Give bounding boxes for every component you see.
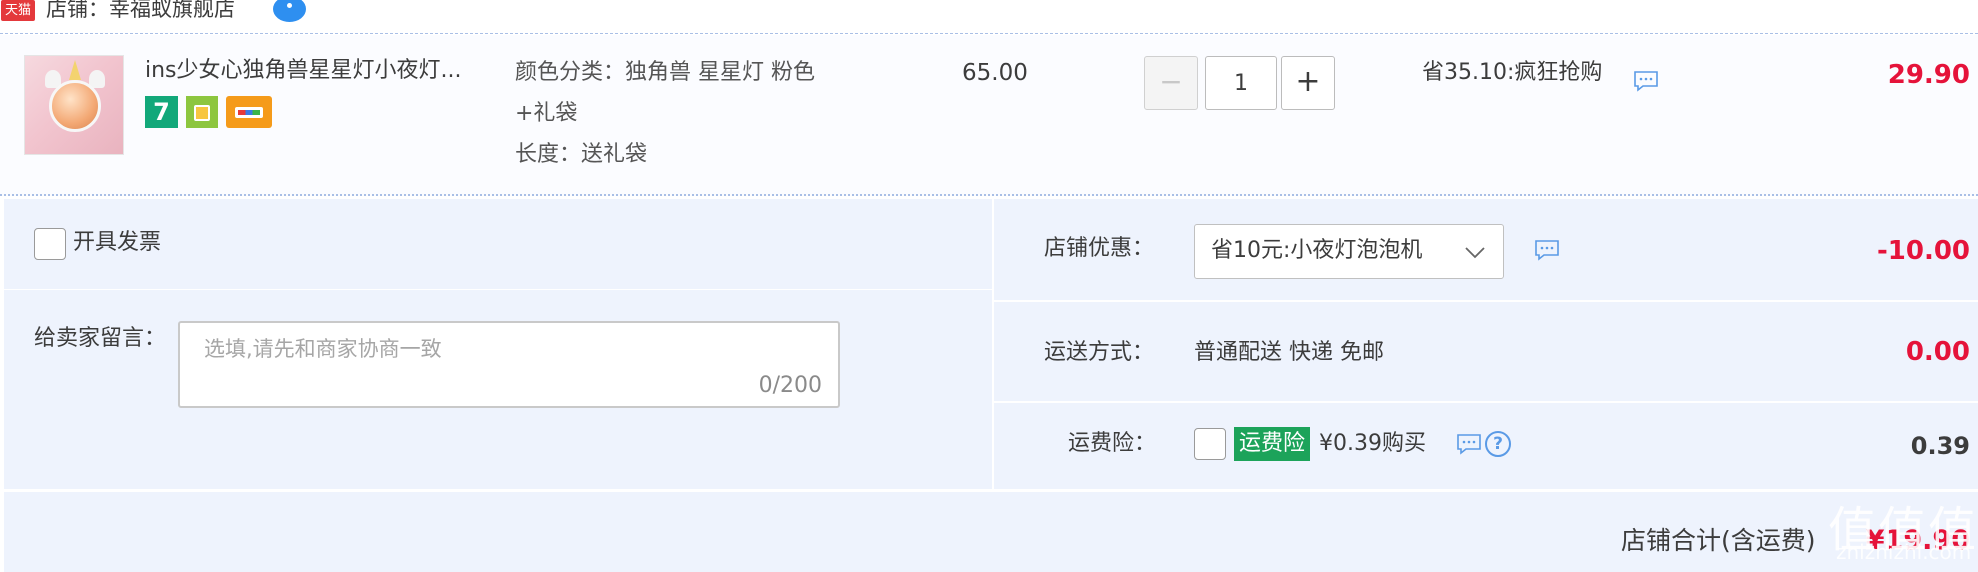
- sku-length: 长度：送礼袋: [515, 142, 648, 167]
- shop-coupon-select[interactable]: 省10元:小夜灯泡泡机: [1194, 224, 1504, 279]
- order-summary-panel: 店铺优惠： 省10元:小夜灯泡泡机 -10.00 运送方式： 普通配送 快递 免…: [994, 199, 1978, 489]
- shipping-method: 普通配送 快递 免邮: [1194, 340, 1384, 365]
- help-icon[interactable]: ?: [1485, 431, 1511, 457]
- message-placeholder: 选填,请先和商家协商一致: [204, 337, 442, 361]
- quantity-decrease-button[interactable]: −: [1144, 56, 1198, 110]
- quantity-increase-button[interactable]: +: [1281, 56, 1335, 110]
- invoice-checkbox[interactable]: [34, 228, 66, 260]
- chevron-down-icon: [1465, 247, 1485, 259]
- sku-color-extra: +礼袋: [515, 101, 578, 126]
- invoice-row: 开具发票: [4, 199, 992, 290]
- product-thumbnail[interactable]: [24, 55, 124, 155]
- sku-color: 颜色分类：独角兽 星星灯 粉色: [515, 60, 815, 85]
- seller-message-input[interactable]: 选填,请先和商家协商一致 0/200: [178, 321, 840, 408]
- insurance-chat-icon[interactable]: [1456, 433, 1482, 455]
- shopping-bag-icon[interactable]: [186, 96, 218, 128]
- invoice-label[interactable]: 开具发票: [73, 229, 161, 257]
- shipping-insurance-label: 运费险：: [1068, 431, 1157, 456]
- quantity-input[interactable]: [1205, 56, 1277, 110]
- promotion-chat-icon[interactable]: [1633, 70, 1659, 92]
- shipping-amount: 0.00: [1905, 337, 1970, 367]
- shop-discount-label: 店铺优惠：: [1044, 236, 1155, 261]
- tmall-logo: 天猫: [1, 0, 35, 21]
- shipping-insurance-row: 运费险： 运费险 ¥0.39购买 ? 0.39: [994, 405, 1978, 489]
- credit-card-icon[interactable]: [226, 96, 272, 128]
- product-title-link[interactable]: ins少女心独角兽星星灯小夜灯...: [145, 57, 462, 85]
- shop-discount-amount: -10.00: [1876, 236, 1970, 266]
- shipping-row: 运送方式： 普通配送 快递 免邮 0.00: [994, 304, 1978, 403]
- shipping-label: 运送方式：: [1044, 340, 1155, 365]
- item-subtotal: 29.90: [1887, 60, 1970, 90]
- order-options-panel: 开具发票 给卖家留言： 选填,请先和商家协商一致 0/200: [4, 199, 992, 489]
- discount-chat-icon[interactable]: [1534, 239, 1560, 261]
- seller-message-label: 给卖家留言：: [34, 326, 167, 351]
- store-name-link[interactable]: 店铺：幸福蚁旗舰店: [46, 0, 235, 22]
- store-total-bar: 店铺合计(含运费) ¥19.90: [4, 492, 1978, 572]
- shipping-insurance-checkbox[interactable]: [1194, 428, 1226, 460]
- store-header: 天猫 店铺：幸福蚁旗舰店: [0, 0, 1978, 34]
- wangwang-chat-icon[interactable]: [273, 0, 306, 22]
- shipping-insurance-price: ¥0.39购买: [1319, 431, 1426, 456]
- shop-discount-row: 店铺优惠： 省10元:小夜灯泡泡机 -10.00: [994, 199, 1978, 302]
- site-watermark-url: zhizhizhi.com: [1836, 540, 1972, 564]
- shipping-insurance-amount: 0.39: [1910, 432, 1970, 460]
- message-char-counter: 0/200: [758, 373, 822, 398]
- shipping-insurance-badge: 运费险: [1234, 427, 1310, 461]
- item-promotion: 省35.10:疯狂抢购: [1422, 60, 1603, 85]
- seven-day-return-icon[interactable]: 7: [145, 96, 178, 128]
- unit-price: 65.00: [962, 60, 1028, 86]
- shop-coupon-value: 省10元:小夜灯泡泡机: [1211, 238, 1423, 263]
- store-total-label: 店铺合计(含运费): [1621, 526, 1816, 555]
